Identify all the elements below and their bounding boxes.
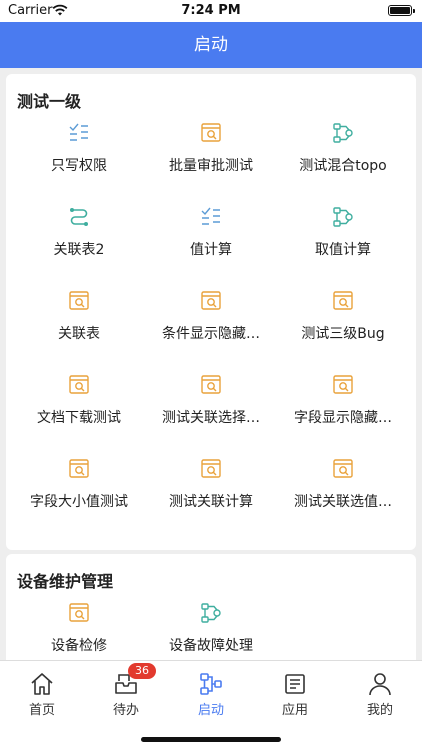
tab-profile[interactable]: 我的 <box>338 667 422 718</box>
form-search-icon <box>201 459 221 478</box>
app-item-label: 关联表2 <box>53 242 105 258</box>
form-search-icon <box>333 291 353 310</box>
app-item[interactable]: 设备检修 <box>11 602 147 660</box>
checklist-icon <box>201 207 220 225</box>
flow-icon <box>333 207 353 227</box>
launch-icon <box>200 673 222 695</box>
app-item-label: 测试三级Bug <box>301 326 385 342</box>
app-item-label: 测试关联选值… <box>294 494 392 510</box>
app-item[interactable]: 关联表2 <box>11 206 147 290</box>
tab-label: 启动 <box>197 703 224 718</box>
form-search-icon <box>69 459 89 478</box>
app-item[interactable]: 设备故障处理 <box>143 602 279 660</box>
flow-icon <box>333 123 353 143</box>
app-item-label: 字段显示隐藏… <box>294 410 392 426</box>
apps-icon <box>285 674 305 694</box>
app-item-label: 值计算 <box>190 242 232 258</box>
tab-apps[interactable]: 应用 <box>253 667 337 718</box>
profile-icon <box>369 673 391 696</box>
app-item[interactable]: 值计算 <box>143 206 279 290</box>
app-item-label: 测试关联计算 <box>169 494 253 510</box>
battery-icon <box>388 5 415 16</box>
app-item[interactable]: 批量审批测试 <box>143 122 279 206</box>
app-item-label: 测试混合topo <box>299 158 387 174</box>
app-item[interactable]: 测试关联计算 <box>143 458 279 542</box>
app-item[interactable]: 测试混合topo <box>275 122 411 206</box>
app-item-label: 批量审批测试 <box>169 158 253 174</box>
app-item-label: 设备故障处理 <box>169 638 253 654</box>
app-item-label: 取值计算 <box>315 242 371 258</box>
app-item[interactable]: 测试三级Bug <box>275 290 411 374</box>
app-item[interactable]: 字段显示隐藏… <box>275 374 411 458</box>
link-icon <box>70 208 88 226</box>
form-search-icon <box>69 291 89 310</box>
form-search-icon <box>201 291 221 310</box>
app-item-label: 条件显示隐藏… <box>162 326 260 342</box>
app-item[interactable]: 测试关联选值… <box>275 458 411 542</box>
app-item[interactable]: 关联表 <box>11 290 147 374</box>
section-title: 设备维护管理 <box>17 572 114 591</box>
home-icon <box>31 673 53 695</box>
form-search-icon <box>333 375 353 394</box>
form-search-icon <box>333 459 353 478</box>
status-bar: Carrier 7:24 PM <box>0 0 422 22</box>
section-card: 设备维护管理 设备检修 设备故障处理 <box>6 554 416 660</box>
app-item[interactable]: 测试关联选择… <box>143 374 279 458</box>
app-item[interactable]: 条件显示隐藏… <box>143 290 279 374</box>
app-item[interactable]: 取值计算 <box>275 206 411 290</box>
app-item[interactable]: 只写权限 <box>11 122 147 206</box>
form-search-icon <box>69 375 89 394</box>
tab-label: 待办 <box>112 703 139 718</box>
tab-label: 首页 <box>28 703 55 718</box>
app-item[interactable]: 文档下载测试 <box>11 374 147 458</box>
app-item-label: 字段大小值测试 <box>30 494 128 510</box>
app-item[interactable]: 字段大小值测试 <box>11 458 147 542</box>
home-indicator <box>141 737 281 742</box>
app-item-label: 测试关联选择… <box>162 410 260 426</box>
app-item-label: 文档下载测试 <box>37 410 121 426</box>
status-time: 7:24 PM <box>181 3 241 18</box>
tab-home[interactable]: 首页 <box>0 667 84 718</box>
checklist-icon <box>69 123 88 141</box>
form-search-icon <box>201 375 221 394</box>
tab-label: 应用 <box>281 703 308 718</box>
tab-launch[interactable]: 启动 <box>169 667 253 718</box>
app-item-label: 设备检修 <box>51 638 107 654</box>
form-search-icon <box>201 123 221 142</box>
page-title: 启动 <box>0 22 422 68</box>
launch-content[interactable]: 测试一级 只写权限 批量审批测试 测试混合topo 关联表2 值计算 取值计算 … <box>0 68 422 660</box>
section-title: 测试一级 <box>17 92 82 111</box>
app-item-label: 只写权限 <box>51 158 107 174</box>
todo-count-badge: 36 <box>128 663 156 679</box>
app-item-label: 关联表 <box>58 326 100 342</box>
form-search-icon <box>69 603 89 622</box>
tab-label: 我的 <box>366 703 393 718</box>
tab-todo[interactable]: 36 待办 <box>84 663 168 718</box>
flow-icon <box>201 603 221 623</box>
section-card: 测试一级 只写权限 批量审批测试 测试混合topo 关联表2 值计算 取值计算 … <box>6 74 416 550</box>
